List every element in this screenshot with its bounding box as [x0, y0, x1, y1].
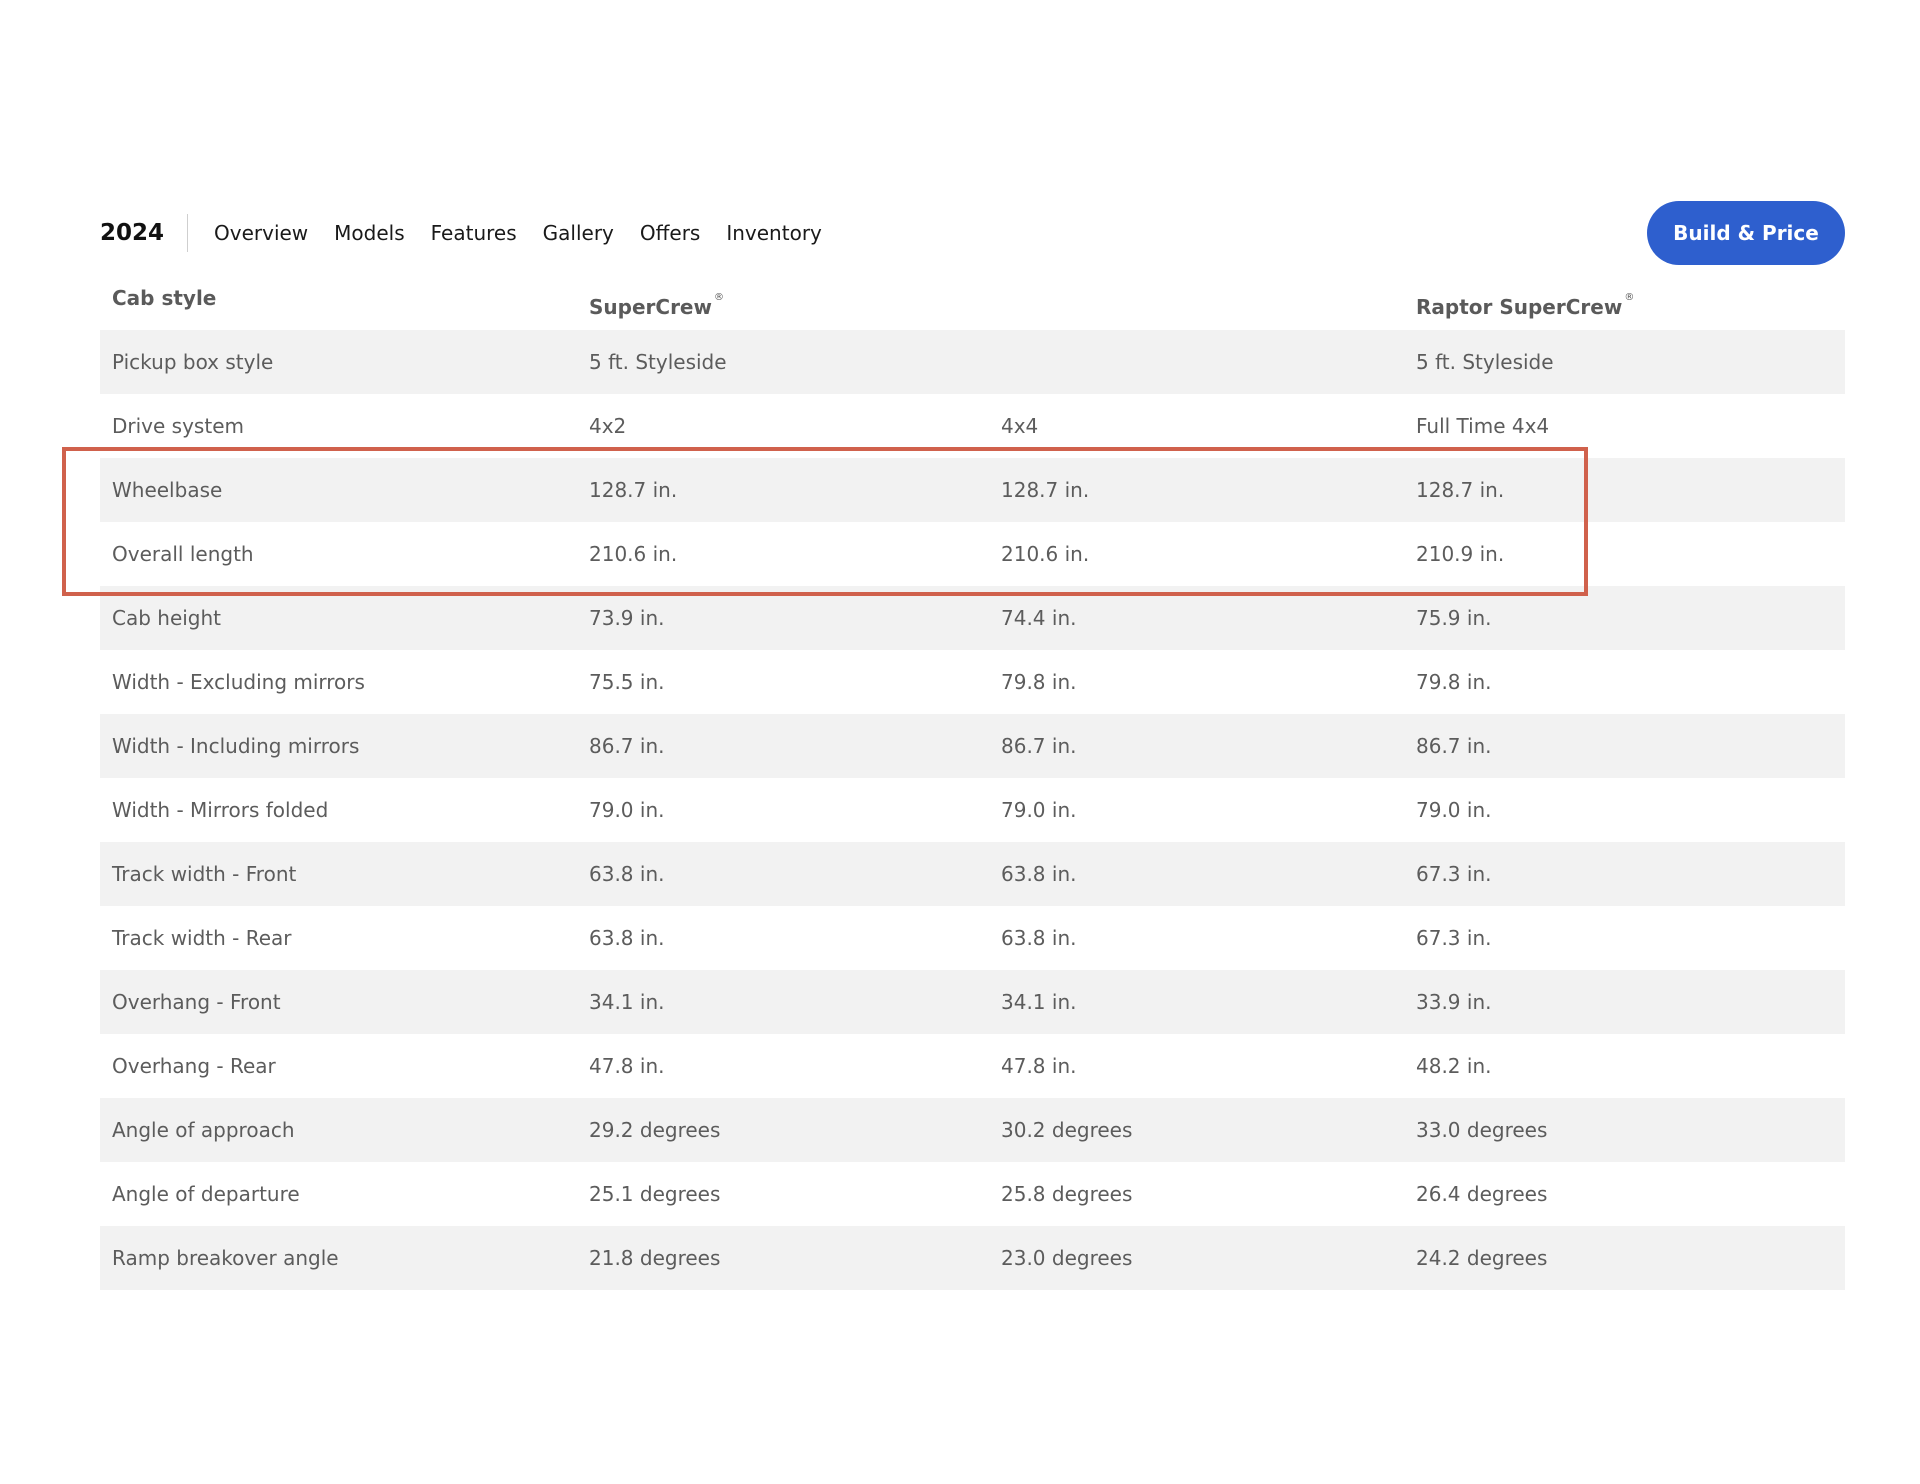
- table-header-row: Cab style SuperCrew ® Raptor SuperCrew ®: [100, 266, 1845, 330]
- build-and-price-button[interactable]: Build & Price: [1647, 201, 1845, 265]
- nav-links: Overview Models Features Gallery Offers …: [214, 200, 822, 266]
- table-row: Track width - Front 63.8 in. 63.8 in. 67.3 …: [100, 842, 1845, 906]
- row-value: 48.2 in.: [1416, 1054, 1492, 1078]
- row-value: 4x4: [1001, 414, 1039, 438]
- table-row: Overhang - Rear 47.8 in. 47.8 in. 48.2 in.: [100, 1034, 1845, 1098]
- row-label: Width - Including mirrors: [112, 734, 360, 758]
- table-row: Angle of approach 29.2 degrees 30.2 degree…: [100, 1098, 1845, 1162]
- registered-mark: ®: [1624, 292, 1635, 303]
- row-label: Overall length: [112, 542, 254, 566]
- header-supercrew-label: SuperCrew: [589, 295, 712, 319]
- row-value: 75.5 in.: [589, 670, 665, 694]
- row-value: 33.9 in.: [1416, 990, 1492, 1014]
- row-value: 86.7 in.: [589, 734, 665, 758]
- table-row: Ramp breakover angle 21.8 degrees 23.0 deg…: [100, 1226, 1845, 1290]
- nav-link-gallery[interactable]: Gallery: [543, 221, 614, 245]
- nav-link-features[interactable]: Features: [431, 221, 517, 245]
- row-value: 47.8 in.: [589, 1054, 665, 1078]
- row-value: 128.7 in.: [1416, 478, 1505, 502]
- row-label: Pickup box style: [112, 350, 274, 374]
- spec-table: Cab style SuperCrew ® Raptor SuperCrew ® P…: [100, 266, 1845, 1290]
- table-row: Overhang - Front 34.1 in. 34.1 in. 33.9 in.: [100, 970, 1845, 1034]
- row-value: 74.4 in.: [1001, 606, 1077, 630]
- row-value: 25.1 degrees: [589, 1182, 721, 1206]
- nav-link-models[interactable]: Models: [334, 221, 404, 245]
- table-row: Cab height 73.9 in. 74.4 in. 75.9 in.: [100, 586, 1845, 650]
- header-raptor-label: Raptor SuperCrew: [1416, 295, 1623, 319]
- table-row: Wheelbase 128.7 in. 128.7 in. 128.7 in.: [100, 458, 1845, 522]
- table-row: Drive system 4x2 4x4 Full Time 4x4: [100, 394, 1845, 458]
- row-value: 73.9 in.: [589, 606, 665, 630]
- nav-divider: [187, 214, 188, 252]
- model-nav-bar: 2024 Overview Models Features Gallery Of…: [100, 200, 1845, 266]
- row-value: 79.0 in.: [1001, 798, 1077, 822]
- row-value: 33.0 degrees: [1416, 1118, 1548, 1142]
- row-value: 21.8 degrees: [589, 1246, 721, 1270]
- row-value: 67.3 in.: [1416, 926, 1492, 950]
- row-value: 30.2 degrees: [1001, 1118, 1133, 1142]
- row-value: 4x2: [589, 414, 627, 438]
- row-label: Ramp breakover angle: [112, 1246, 339, 1270]
- row-label: Overhang - Front: [112, 990, 281, 1014]
- row-value: 79.8 in.: [1001, 670, 1077, 694]
- nav-link-offers[interactable]: Offers: [640, 221, 700, 245]
- row-value: 63.8 in.: [1001, 862, 1077, 886]
- row-value: 86.7 in.: [1416, 734, 1492, 758]
- table-row: Pickup box style 5 ft. Styleside 5 ft. Sty…: [100, 330, 1845, 394]
- row-value: 34.1 in.: [589, 990, 665, 1014]
- row-value: 25.8 degrees: [1001, 1182, 1133, 1206]
- row-value: 75.9 in.: [1416, 606, 1492, 630]
- row-value: 29.2 degrees: [589, 1118, 721, 1142]
- table-row: Width - Including mirrors 86.7 in. 86.7 in…: [100, 714, 1845, 778]
- row-label: Wheelbase: [112, 478, 223, 502]
- model-year: 2024: [100, 220, 165, 246]
- row-value: 79.0 in.: [1416, 798, 1492, 822]
- row-value: 210.6 in.: [1001, 542, 1090, 566]
- row-value: 63.8 in.: [589, 926, 665, 950]
- header-supercrew: SuperCrew ®: [589, 266, 724, 330]
- row-label: Track width - Front: [112, 862, 297, 886]
- row-value: Full Time 4x4: [1416, 414, 1550, 438]
- row-value: 79.0 in.: [589, 798, 665, 822]
- nav-link-inventory[interactable]: Inventory: [726, 221, 822, 245]
- table-row: Overall length 210.6 in. 210.6 in. 210.9 in…: [100, 522, 1845, 586]
- row-value: 128.7 in.: [1001, 478, 1090, 502]
- row-value: 5 ft. Styleside: [589, 350, 727, 374]
- table-body: Pickup box style 5 ft. Styleside 5 ft. Sty…: [100, 330, 1845, 1290]
- row-value: 5 ft. Styleside: [1416, 350, 1554, 374]
- table-row: Width - Mirrors folded 79.0 in. 79.0 in. 79…: [100, 778, 1845, 842]
- row-label: Width - Mirrors folded: [112, 798, 329, 822]
- row-value: 24.2 degrees: [1416, 1246, 1548, 1270]
- header-cab-style: Cab style: [112, 286, 217, 310]
- nav-link-overview[interactable]: Overview: [214, 221, 308, 245]
- row-label: Cab height: [112, 606, 222, 630]
- row-value: 34.1 in.: [1001, 990, 1077, 1014]
- row-value: 26.4 degrees: [1416, 1182, 1548, 1206]
- row-label: Width - Excluding mirrors: [112, 670, 365, 694]
- row-value: 23.0 degrees: [1001, 1246, 1133, 1270]
- row-value: 63.8 in.: [1001, 926, 1077, 950]
- row-label: Angle of departure: [112, 1182, 300, 1206]
- table-row: Track width - Rear 63.8 in. 63.8 in. 67.3 i…: [100, 906, 1845, 970]
- row-label: Track width - Rear: [112, 926, 292, 950]
- row-label: Angle of approach: [112, 1118, 295, 1142]
- row-value: 67.3 in.: [1416, 862, 1492, 886]
- row-value: 63.8 in.: [589, 862, 665, 886]
- table-row: Width - Excluding mirrors 75.5 in. 79.8 in…: [100, 650, 1845, 714]
- row-value: 210.6 in.: [589, 542, 678, 566]
- row-value: 210.9 in.: [1416, 542, 1505, 566]
- table-row: Angle of departure 25.1 degrees 25.8 degre…: [100, 1162, 1845, 1226]
- registered-mark: ®: [713, 292, 724, 303]
- row-label: Overhang - Rear: [112, 1054, 276, 1078]
- row-value: 79.8 in.: [1416, 670, 1492, 694]
- row-label: Drive system: [112, 414, 244, 438]
- header-raptor-supercrew: Raptor SuperCrew ®: [1416, 266, 1634, 330]
- row-value: 47.8 in.: [1001, 1054, 1077, 1078]
- row-value: 128.7 in.: [589, 478, 678, 502]
- row-value: 86.7 in.: [1001, 734, 1077, 758]
